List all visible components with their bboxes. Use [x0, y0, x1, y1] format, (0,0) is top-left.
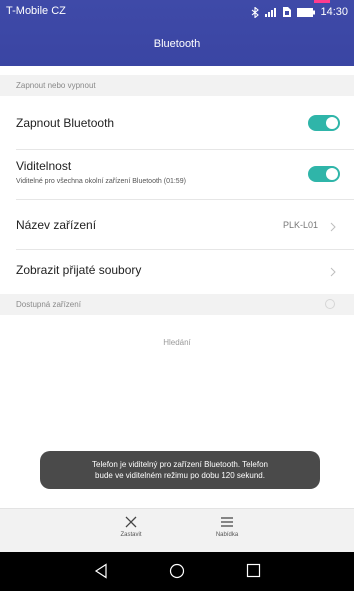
menu-button[interactable]: Nabídka — [197, 515, 257, 538]
section-header-toggle: Zapnout nebo vypnout — [0, 75, 354, 96]
bluetooth-toggle-row[interactable]: Zapnout Bluetooth — [0, 96, 354, 150]
visibility-toast: Telefon je viditelný pro zařízení Blueto… — [40, 451, 320, 489]
menu-icon — [197, 515, 257, 529]
bluetooth-switch[interactable] — [308, 115, 340, 131]
toast-line: bude ve viditelném režimu po dobu 120 se… — [95, 471, 265, 480]
bottom-action-bar: Zastavit Nabídka — [0, 508, 354, 553]
sim-icon — [282, 6, 292, 18]
visibility-row[interactable]: Viditelnost Viditelné pro všechna okolní… — [0, 150, 354, 200]
searching-status: Hledání — [163, 338, 191, 347]
toast-line: Telefon je viditelný pro zařízení Blueto… — [92, 460, 268, 469]
back-icon[interactable] — [94, 563, 108, 584]
chevron-right-icon — [330, 219, 336, 237]
received-files-row[interactable]: Zobrazit přijaté soubory — [0, 250, 354, 292]
status-bar: T-Mobile CZ 14:30 — [0, 0, 354, 24]
signal-icon — [264, 7, 277, 18]
clock: 14:30 — [320, 6, 348, 18]
bluetooth-settings-screen: T-Mobile CZ 14:30 Bluetooth Zapnout nebo… — [0, 0, 354, 591]
bluetooth-toggle-label: Zapnout Bluetooth — [16, 116, 115, 130]
loading-spinner-icon — [324, 298, 336, 312]
visibility-description: Viditelné pro všechna okolní zařízení Bl… — [16, 178, 186, 185]
recent-apps-icon[interactable] — [246, 563, 261, 583]
system-navigation-bar — [0, 552, 354, 591]
page-title: Bluetooth — [153, 38, 201, 50]
app-header: T-Mobile CZ 14:30 Bluetooth — [0, 0, 354, 66]
device-name-label: Název zařízení — [16, 218, 97, 232]
stop-label: Zastavit — [120, 532, 142, 538]
switch-knob — [326, 168, 338, 180]
close-icon — [101, 515, 161, 529]
notification-mark — [314, 0, 330, 3]
carrier-name: T-Mobile CZ — [6, 5, 66, 17]
stop-button[interactable]: Zastavit — [101, 515, 161, 538]
status-icons: 14:30 — [251, 4, 348, 20]
visibility-switch[interactable] — [308, 166, 340, 182]
visibility-label: Viditelnost — [16, 159, 72, 173]
received-files-label: Zobrazit přijaté soubory — [16, 263, 142, 277]
bluetooth-icon — [251, 6, 260, 18]
home-icon[interactable] — [169, 563, 185, 584]
switch-knob — [326, 117, 338, 129]
battery-icon — [297, 7, 316, 17]
device-name-value: PLK-L01 — [282, 220, 318, 230]
device-name-row[interactable]: Název zařízení PLK-L01 — [0, 200, 354, 250]
menu-label: Nabídka — [215, 532, 239, 538]
section-header-devices: Dostupná zařízení — [0, 294, 354, 315]
chevron-right-icon — [330, 264, 336, 282]
